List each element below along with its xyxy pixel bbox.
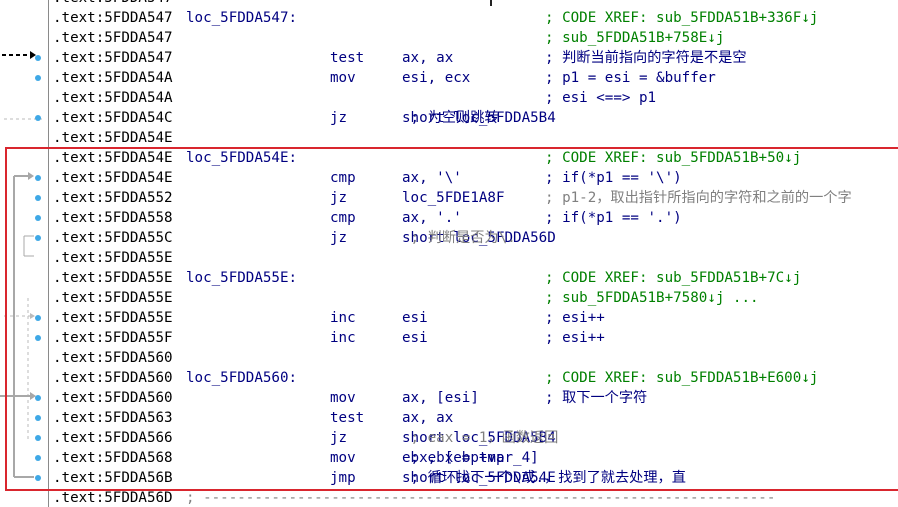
asm-line[interactable]: .text:5FDDA54A; esi <==> p1 [0,88,898,108]
operands: esi, ecx [402,70,471,86]
user-comment: ; p1 = esi = &buffer [545,70,716,86]
asm-line[interactable]: .text:5FDDA54E [0,128,898,148]
asm-line[interactable]: .text:5FDDA54C jz short loc_5FDDA5B4 ; 为空则… [0,108,898,128]
highlight-box [5,147,898,491]
flow-dot-icon [35,75,41,81]
user-comment: ; 判断当前指向的字符是不是空 [545,50,747,66]
jump-target-operand[interactable]: short loc_5FDDA5B4 ; 为空则跳转 [402,108,556,128]
flow-dot-icon [35,55,41,61]
flow-dot-icon [35,115,41,121]
asm-line[interactable]: .text:5FDDA547; sub_5FDDA51B+758E↓j [0,28,898,48]
user-comment: ; 为空则跳转 [410,110,499,126]
code-label[interactable]: loc_5FDDA547: [186,8,297,28]
user-comment: ; esi <==> p1 [545,90,657,106]
xref-comment[interactable]: ; CODE XREF: sub_5FDDA51B+336F↓j [545,8,818,28]
xref-comment[interactable]: ; sub_5FDDA51B+758E↓j [545,28,724,48]
operands: ax, ax [402,50,454,66]
mnemonic: mov [330,70,356,86]
mnemonic: jz [330,110,348,126]
asm-line[interactable]: .text:5FDDA547 loc_5FDDA547:; CODE XREF: … [0,8,898,28]
mnemonic: test [330,50,365,66]
asm-line[interactable]: .text:5FDDA547 test ax, ax; 判断当前指向的字符是不是空 [0,48,898,68]
asm-line[interactable]: .text:5FDDA547 [0,0,898,8]
ida-disassembly-view[interactable]: .text:5FDDA547 .text:5FDDA547loc_5FDDA54… [0,0,898,507]
text-cursor [490,0,492,6]
asm-line[interactable]: .text:5FDDA54A mov esi, ecx; p1 = esi = &b… [0,68,898,88]
